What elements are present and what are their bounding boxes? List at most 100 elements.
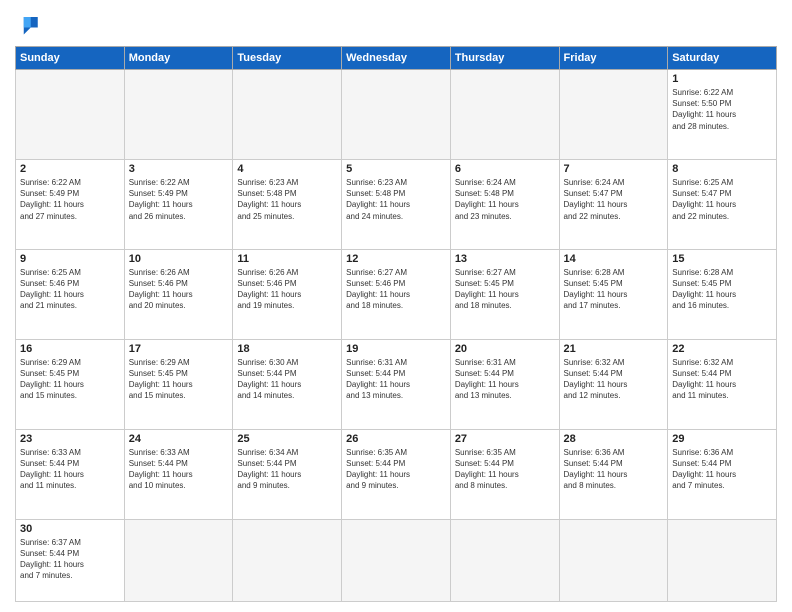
day-number-20: 20 — [455, 343, 555, 355]
day-info-29: Sunrise: 6:36 AM Sunset: 5:44 PM Dayligh… — [672, 447, 772, 492]
day-number-22: 22 — [672, 343, 772, 355]
logo — [15, 10, 47, 38]
day-cell-10: 10 Sunrise: 6:26 AM Sunset: 5:46 PM Dayli… — [124, 249, 233, 339]
day-number-25: 25 — [237, 433, 337, 445]
day-cell-30: 30Sunrise: 6:37 AM Sunset: 5:44 PM Dayli… — [16, 519, 125, 601]
day-info-6: Sunrise: 6:24 AM Sunset: 5:48 PM Dayligh… — [455, 177, 555, 222]
day-cell-15: 15 Sunrise: 6:28 AM Sunset: 5:45 PM Dayli… — [668, 249, 777, 339]
calendar-row-2: 9 Sunrise: 6:25 AM Sunset: 5:46 PM Daylig… — [16, 249, 777, 339]
day-number-30: 30 — [20, 523, 120, 535]
day-number-26: 26 — [346, 433, 446, 445]
empty-cell — [233, 519, 342, 601]
day-info-9: Sunrise: 6:25 AM Sunset: 5:46 PM Dayligh… — [20, 267, 120, 312]
calendar-row-0: 1 Sunrise: 6:22 AM Sunset: 5:50 PM Daylig… — [16, 70, 777, 160]
day-cell-21: 21 Sunrise: 6:32 AM Sunset: 5:44 PM Dayli… — [559, 339, 668, 429]
day-number-9: 9 — [20, 253, 120, 265]
day-number-23: 23 — [20, 433, 120, 445]
empty-cell — [124, 70, 233, 160]
empty-cell — [668, 519, 777, 601]
day-number-10: 10 — [129, 253, 229, 265]
day-number-15: 15 — [672, 253, 772, 265]
day-number-5: 5 — [346, 163, 446, 175]
weekday-header-tuesday: Tuesday — [233, 47, 342, 70]
day-number-8: 8 — [672, 163, 772, 175]
calendar-row-1: 2 Sunrise: 6:22 AM Sunset: 5:49 PM Daylig… — [16, 159, 777, 249]
empty-cell — [450, 519, 559, 601]
empty-cell — [450, 70, 559, 160]
day-info-2: Sunrise: 6:22 AM Sunset: 5:49 PM Dayligh… — [20, 177, 120, 222]
day-number-1: 1 — [672, 73, 772, 85]
calendar-row-5: 30Sunrise: 6:37 AM Sunset: 5:44 PM Dayli… — [16, 519, 777, 601]
day-number-3: 3 — [129, 163, 229, 175]
day-info-5: Sunrise: 6:23 AM Sunset: 5:48 PM Dayligh… — [346, 177, 446, 222]
day-info-15: Sunrise: 6:28 AM Sunset: 5:45 PM Dayligh… — [672, 267, 772, 312]
day-number-2: 2 — [20, 163, 120, 175]
day-info-28: Sunrise: 6:36 AM Sunset: 5:44 PM Dayligh… — [564, 447, 664, 492]
day-cell-4: 4 Sunrise: 6:23 AM Sunset: 5:48 PM Daylig… — [233, 159, 342, 249]
day-info-4: Sunrise: 6:23 AM Sunset: 5:48 PM Dayligh… — [237, 177, 337, 222]
calendar-table: SundayMondayTuesdayWednesdayThursdayFrid… — [15, 46, 777, 602]
weekday-header-row: SundayMondayTuesdayWednesdayThursdayFrid… — [16, 47, 777, 70]
day-number-12: 12 — [346, 253, 446, 265]
day-cell-7: 7 Sunrise: 6:24 AM Sunset: 5:47 PM Daylig… — [559, 159, 668, 249]
day-cell-27: 27 Sunrise: 6:35 AM Sunset: 5:44 PM Dayli… — [450, 429, 559, 519]
day-info-26: Sunrise: 6:35 AM Sunset: 5:44 PM Dayligh… — [346, 447, 446, 492]
day-number-17: 17 — [129, 343, 229, 355]
day-info-12: Sunrise: 6:27 AM Sunset: 5:46 PM Dayligh… — [346, 267, 446, 312]
day-number-14: 14 — [564, 253, 664, 265]
day-info-11: Sunrise: 6:26 AM Sunset: 5:46 PM Dayligh… — [237, 267, 337, 312]
day-cell-22: 22Sunrise: 6:32 AM Sunset: 5:44 PM Dayli… — [668, 339, 777, 429]
day-info-24: Sunrise: 6:33 AM Sunset: 5:44 PM Dayligh… — [129, 447, 229, 492]
day-number-21: 21 — [564, 343, 664, 355]
day-cell-28: 28 Sunrise: 6:36 AM Sunset: 5:44 PM Dayli… — [559, 429, 668, 519]
day-cell-20: 20 Sunrise: 6:31 AM Sunset: 5:44 PM Dayli… — [450, 339, 559, 429]
empty-cell — [342, 70, 451, 160]
weekday-header-monday: Monday — [124, 47, 233, 70]
weekday-header-friday: Friday — [559, 47, 668, 70]
weekday-header-wednesday: Wednesday — [342, 47, 451, 70]
day-cell-23: 23 Sunrise: 6:33 AM Sunset: 5:44 PM Dayli… — [16, 429, 125, 519]
day-cell-9: 9 Sunrise: 6:25 AM Sunset: 5:46 PM Daylig… — [16, 249, 125, 339]
day-info-23: Sunrise: 6:33 AM Sunset: 5:44 PM Dayligh… — [20, 447, 120, 492]
day-number-18: 18 — [237, 343, 337, 355]
day-number-11: 11 — [237, 253, 337, 265]
day-info-10: Sunrise: 6:26 AM Sunset: 5:46 PM Dayligh… — [129, 267, 229, 312]
day-cell-3: 3 Sunrise: 6:22 AM Sunset: 5:49 PM Daylig… — [124, 159, 233, 249]
day-cell-5: 5 Sunrise: 6:23 AM Sunset: 5:48 PM Daylig… — [342, 159, 451, 249]
day-cell-25: 25 Sunrise: 6:34 AM Sunset: 5:44 PM Dayli… — [233, 429, 342, 519]
day-info-13: Sunrise: 6:27 AM Sunset: 5:45 PM Dayligh… — [455, 267, 555, 312]
day-info-19: Sunrise: 6:31 AM Sunset: 5:44 PM Dayligh… — [346, 357, 446, 402]
empty-cell — [124, 519, 233, 601]
logo-icon — [15, 10, 43, 38]
day-cell-1: 1 Sunrise: 6:22 AM Sunset: 5:50 PM Daylig… — [668, 70, 777, 160]
day-number-13: 13 — [455, 253, 555, 265]
day-info-7: Sunrise: 6:24 AM Sunset: 5:47 PM Dayligh… — [564, 177, 664, 222]
day-cell-13: 13 Sunrise: 6:27 AM Sunset: 5:45 PM Dayli… — [450, 249, 559, 339]
day-cell-8: 8Sunrise: 6:25 AM Sunset: 5:47 PM Daylig… — [668, 159, 777, 249]
empty-cell — [233, 70, 342, 160]
day-info-20: Sunrise: 6:31 AM Sunset: 5:44 PM Dayligh… — [455, 357, 555, 402]
day-info-21: Sunrise: 6:32 AM Sunset: 5:44 PM Dayligh… — [564, 357, 664, 402]
day-cell-16: 16Sunrise: 6:29 AM Sunset: 5:45 PM Dayli… — [16, 339, 125, 429]
day-cell-2: 2 Sunrise: 6:22 AM Sunset: 5:49 PM Daylig… — [16, 159, 125, 249]
day-info-27: Sunrise: 6:35 AM Sunset: 5:44 PM Dayligh… — [455, 447, 555, 492]
day-info-3: Sunrise: 6:22 AM Sunset: 5:49 PM Dayligh… — [129, 177, 229, 222]
day-cell-18: 18 Sunrise: 6:30 AM Sunset: 5:44 PM Dayli… — [233, 339, 342, 429]
empty-cell — [16, 70, 125, 160]
day-info-25: Sunrise: 6:34 AM Sunset: 5:44 PM Dayligh… — [237, 447, 337, 492]
day-cell-14: 14Sunrise: 6:28 AM Sunset: 5:45 PM Dayli… — [559, 249, 668, 339]
day-number-27: 27 — [455, 433, 555, 445]
day-number-4: 4 — [237, 163, 337, 175]
day-cell-26: 26 Sunrise: 6:35 AM Sunset: 5:44 PM Dayli… — [342, 429, 451, 519]
empty-cell — [559, 70, 668, 160]
day-info-16: Sunrise: 6:29 AM Sunset: 5:45 PM Dayligh… — [20, 357, 120, 402]
day-number-28: 28 — [564, 433, 664, 445]
day-number-29: 29 — [672, 433, 772, 445]
day-info-1: Sunrise: 6:22 AM Sunset: 5:50 PM Dayligh… — [672, 87, 772, 132]
day-cell-6: 6Sunrise: 6:24 AM Sunset: 5:48 PM Daylig… — [450, 159, 559, 249]
weekday-header-sunday: Sunday — [16, 47, 125, 70]
empty-cell — [559, 519, 668, 601]
day-cell-17: 17Sunrise: 6:29 AM Sunset: 5:45 PM Dayli… — [124, 339, 233, 429]
day-number-7: 7 — [564, 163, 664, 175]
day-info-18: Sunrise: 6:30 AM Sunset: 5:44 PM Dayligh… — [237, 357, 337, 402]
